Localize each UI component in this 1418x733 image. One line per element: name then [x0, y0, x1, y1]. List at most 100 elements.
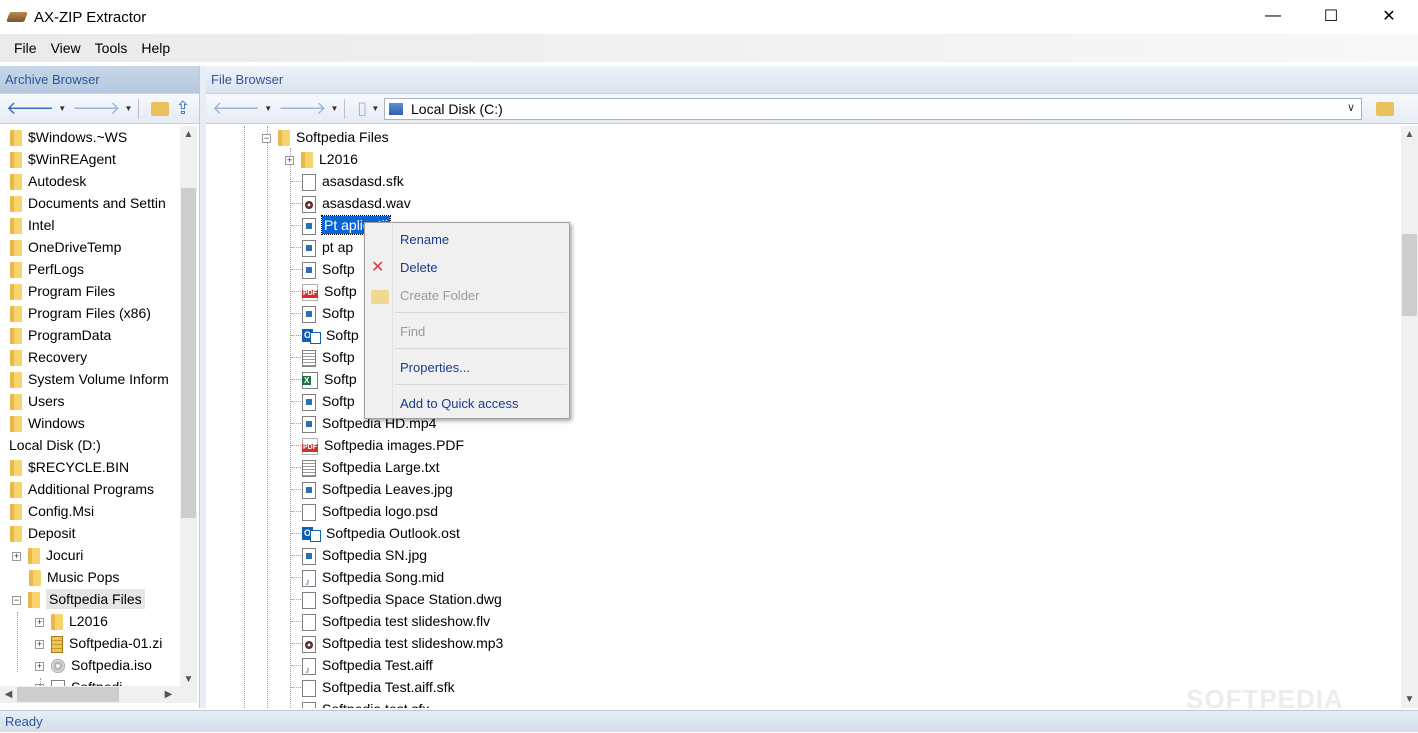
file-tree-item[interactable]: + L2016 [285, 148, 358, 170]
menu-delete[interactable]: ✕ Delete [365, 255, 569, 281]
file-tree-item[interactable]: asasdasd.sfk [302, 170, 404, 192]
archive-tree-item[interactable]: System Volume Inform [10, 368, 169, 390]
tree-guide-line [291, 445, 301, 446]
scroll-thumb[interactable] [17, 687, 119, 702]
fb-forward-button[interactable]: 🡒 ▼ [278, 98, 338, 119]
file-tree-item[interactable]: Softpedia Test.aiff.sfk [302, 676, 455, 698]
file-tree-item[interactable]: Softpedia Outlook.ost [302, 522, 460, 544]
menu-rename[interactable]: Rename [365, 227, 569, 253]
archive-browser-toolbar: 🡐 ▼ 🡒 ▼ ⇪ [0, 94, 199, 124]
file-tree-item[interactable]: Softpedia Space Station.dwg [302, 588, 502, 610]
path-dropdown[interactable]: Local Disk (C:) ∨ [384, 98, 1362, 120]
menu-tools[interactable]: Tools [88, 40, 135, 56]
expand-toggle[interactable]: + [35, 639, 44, 649]
archive-tree-item[interactable]: Autodesk [10, 170, 86, 192]
file-tree-item[interactable]: Softpedia Song.mid [302, 566, 444, 594]
archive-tree-item[interactable]: ProgramData [10, 324, 111, 346]
archive-tree-item[interactable]: Local Disk (D:) [9, 434, 101, 456]
file-tree-label: Softpedia logo.psd [322, 503, 438, 519]
scroll-thumb[interactable] [1402, 234, 1417, 316]
expand-toggle[interactable]: + [12, 551, 21, 561]
file-tree-root[interactable]: − Softpedia Files [262, 126, 389, 148]
file-tree-item[interactable]: Softpedia Test.aiff [302, 654, 433, 682]
archive-tree-item[interactable]: $Windows.~WS [10, 126, 127, 148]
archive-tree-item[interactable]: + L2016 [35, 610, 108, 632]
tree-guide-line [291, 401, 301, 402]
menu-view[interactable]: View [44, 40, 88, 56]
archive-tree-item[interactable]: Users [10, 390, 65, 412]
up-folder-button[interactable]: ⇪ [175, 98, 190, 119]
file-tree-label: Softp [326, 327, 359, 343]
file-tree-item[interactable]: Softp [302, 302, 355, 324]
folder-icon [10, 328, 22, 345]
back-button[interactable]: 🡐 ▼ [6, 98, 66, 119]
collapse-toggle[interactable]: − [262, 133, 271, 143]
expand-toggle[interactable]: − [12, 595, 21, 605]
file-tree-item[interactable]: Softp [302, 258, 355, 280]
fb-back-button[interactable]: 🡐 ▼ [212, 98, 272, 119]
folder-icon [10, 526, 22, 543]
archive-tree-item[interactable]: $WinREAgent [10, 148, 116, 170]
archive-tree-item[interactable]: PerfLogs [10, 258, 84, 280]
menu-find[interactable]: Find [365, 319, 569, 345]
archive-tree-item[interactable]: + Softpedia-01.zi [35, 632, 162, 654]
expand-toggle[interactable]: + [35, 617, 44, 627]
scroll-left-arrow[interactable]: ◀ [0, 686, 17, 703]
file-tree-item[interactable]: Softp [302, 280, 357, 302]
scroll-thumb[interactable] [181, 188, 196, 518]
file-tree-item[interactable]: Softp [302, 324, 359, 346]
scroll-down-arrow[interactable]: ▼ [1401, 691, 1418, 708]
file-tree-item[interactable]: Softpedia Leaves.jpg [302, 478, 453, 500]
archive-tree-item[interactable]: + Jocuri [12, 544, 83, 566]
file-tree-item[interactable]: asasdasd.wav [302, 192, 411, 214]
file-tree-item[interactable]: pt ap [302, 236, 353, 258]
menu-add-quick-access[interactable]: Add to Quick access [365, 391, 569, 417]
file-vertical-scrollbar[interactable]: ▲ ▼ [1401, 126, 1418, 708]
scroll-up-arrow[interactable]: ▲ [180, 126, 197, 143]
file-tree-item[interactable]: Softpedia logo.psd [302, 500, 438, 522]
close-button[interactable]: ✕ [1360, 0, 1418, 32]
file-tree-item[interactable]: Softpedia test slideshow.flv [302, 610, 490, 632]
file-tree-item[interactable]: Softp [302, 346, 355, 368]
tree-guide-line [291, 357, 301, 358]
file-tree-item[interactable]: Softpedia images.PDF [302, 434, 464, 456]
file-tree-item[interactable]: Softpedia SN.jpg [302, 544, 427, 566]
archive-tree-item[interactable]: OneDriveTemp [10, 236, 121, 258]
archive-tree-item[interactable]: − Softpedia Files [12, 588, 145, 610]
watermark-logo: SOFTPEDIA [1186, 684, 1344, 714]
archive-tree-item[interactable]: Intel [10, 214, 54, 236]
archive-tree-item[interactable]: Documents and Settin [10, 192, 166, 214]
extract-button[interactable] [151, 101, 170, 116]
file-tree-item[interactable]: Softpedia test.sfx [302, 698, 429, 708]
go-button[interactable] [1376, 98, 1400, 120]
archive-vertical-scrollbar[interactable]: ▲ ▼ [180, 126, 197, 688]
menu-properties[interactable]: Properties... [365, 355, 569, 381]
archive-tree-item[interactable]: Config.Msi [10, 500, 94, 522]
scroll-up-arrow[interactable]: ▲ [1401, 126, 1418, 143]
file-tree-label: Softpedia test.sfx [322, 701, 429, 708]
archive-tree-item[interactable]: $RECYCLE.BIN [10, 456, 129, 478]
archive-tree-item[interactable]: Program Files (x86) [10, 302, 151, 324]
menu-create-folder[interactable]: Create Folder [365, 283, 569, 309]
menu-help[interactable]: Help [134, 40, 177, 56]
archive-tree-item[interactable]: Additional Programs [10, 478, 154, 500]
archive-tree-item[interactable]: Music Pops [12, 566, 119, 588]
file-tree-item[interactable]: Softpedia test slideshow.mp3 [302, 632, 503, 654]
expand-toggle[interactable]: + [35, 661, 44, 671]
fb-view-button[interactable]: ▯ ▼ [357, 98, 379, 119]
menu-file[interactable]: File [7, 40, 44, 56]
archive-horizontal-scrollbar[interactable]: ◀ ▶ [0, 686, 197, 703]
archive-tree-item[interactable]: Windows [10, 412, 85, 434]
file-tree-item[interactable]: Softpedia Large.txt [302, 456, 440, 478]
scroll-right-arrow[interactable]: ▶ [160, 686, 177, 703]
archive-tree-item[interactable]: + Softpedia.iso [35, 654, 152, 676]
forward-button[interactable]: 🡒 ▼ [72, 98, 132, 119]
file-tree-item[interactable]: Softp [302, 390, 355, 412]
maximize-button[interactable]: ☐ [1302, 0, 1360, 32]
expand-toggle[interactable]: + [285, 155, 294, 165]
archive-tree-item[interactable]: Deposit [10, 522, 75, 544]
minimize-button[interactable]: — [1244, 0, 1302, 32]
archive-tree-item[interactable]: Recovery [10, 346, 87, 368]
file-tree-item[interactable]: Softp [302, 368, 357, 390]
archive-tree-item[interactable]: Program Files [10, 280, 115, 302]
